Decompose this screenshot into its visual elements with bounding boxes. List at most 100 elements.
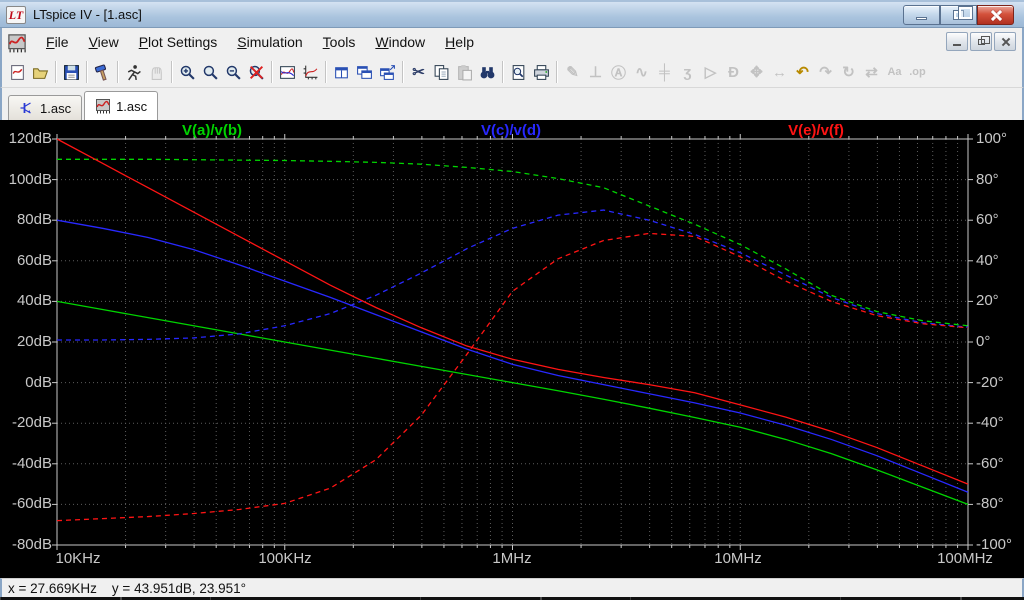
tab-label: 1.asc	[116, 99, 147, 114]
rotate-icon: ↻	[842, 63, 855, 81]
trace-label[interactable]: V(a)/v(b)	[152, 122, 272, 139]
paste-button	[453, 60, 476, 84]
binoculars-icon	[479, 64, 496, 81]
control-panel-button[interactable]	[91, 60, 114, 84]
restore-icon	[978, 39, 985, 45]
menu-item-help[interactable]: Help	[435, 30, 484, 54]
toolbar: ✂✎⊥Ⓐ∿╪ʒ▷Ð✥↔↶↷↻⇄Aa.op	[0, 57, 1024, 88]
arrange-windows-button[interactable]	[376, 60, 399, 84]
menu-item-tools[interactable]: Tools	[313, 30, 366, 54]
move-button: ✥	[745, 60, 768, 84]
undo-button[interactable]: ↶	[791, 60, 814, 84]
zoom-in-icon	[179, 64, 196, 81]
redo-button: ↷	[814, 60, 837, 84]
zoom-in-button[interactable]	[176, 60, 199, 84]
zoom-out-button[interactable]	[222, 60, 245, 84]
minimize-icon	[953, 44, 961, 46]
undo-icon: ↶	[796, 63, 809, 81]
minimize-button[interactable]	[903, 5, 940, 25]
find-button[interactable]	[476, 60, 499, 84]
zoom-area-button[interactable]	[199, 60, 222, 84]
tab-bar: 1.asc 1.asc	[0, 88, 1024, 120]
ground-icon: ⊥	[589, 63, 602, 81]
open-folder-icon	[32, 64, 49, 81]
toolbar-separator	[271, 61, 273, 83]
print-button[interactable]	[530, 60, 553, 84]
capacitor-icon: ╪	[659, 64, 670, 81]
save-icon	[63, 64, 80, 81]
open-button[interactable]	[29, 60, 52, 84]
menu-items: FileViewPlot SettingsSimulationToolsWind…	[36, 34, 484, 52]
waveform-tab-icon	[95, 98, 111, 114]
scissors-icon: ✂	[412, 63, 425, 81]
tab-2-1.asc[interactable]: 1.asc	[84, 91, 158, 120]
place-diode-button: ▷	[699, 60, 722, 84]
new-schematic-icon	[9, 64, 26, 81]
tab-1-1.asc[interactable]: 1.asc	[8, 95, 82, 120]
tile-horizontally-button[interactable]	[353, 60, 376, 84]
trace-label[interactable]: V(c)/v(d)	[451, 122, 571, 139]
net-label-icon: Ⓐ	[611, 62, 626, 83]
rotate-button: ↻	[837, 60, 860, 84]
child-close-button[interactable]	[994, 32, 1016, 51]
print-preview-button[interactable]	[507, 60, 530, 84]
toolbar-separator	[117, 61, 119, 83]
schematic-tab-icon	[19, 100, 35, 116]
place-ground-button: ⊥	[584, 60, 607, 84]
component-icon: Ð	[728, 64, 739, 81]
plot-canvas[interactable]	[0, 120, 1024, 578]
trace-label[interactable]: V(e)/v(f)	[756, 122, 876, 139]
hammer-icon	[94, 64, 111, 81]
pencil-icon: ✎	[566, 63, 579, 81]
resistor-icon: ∿	[635, 63, 648, 81]
waveform-pane[interactable]: 120dB100dB80dB60dB40dB20dB0dB-20dB-40dB-…	[0, 120, 1024, 578]
drag-button: ↔	[768, 60, 791, 84]
waveform-pane-button[interactable]	[276, 60, 299, 84]
trace-phase-V(e)/v(f)[interactable]	[57, 233, 968, 520]
place-label-button: Ⓐ	[607, 60, 630, 84]
menu-item-file[interactable]: File	[36, 30, 79, 54]
zoom-out-icon	[225, 64, 242, 81]
zoom-full-icon	[248, 64, 265, 81]
place-inductor-button: ʒ	[676, 60, 699, 84]
child-window-controls	[946, 32, 1016, 51]
close-button[interactable]	[977, 5, 1014, 25]
drag-hand-icon: ↔	[772, 64, 787, 81]
copy-icon	[433, 64, 450, 81]
zoom-full-extents-button[interactable]	[245, 60, 268, 84]
menu-bar: FileViewPlot SettingsSimulationToolsWind…	[0, 28, 1024, 57]
menu-item-simulation[interactable]: Simulation	[227, 30, 312, 54]
cascade-window-icon	[356, 64, 373, 81]
menu-item-window[interactable]: Window	[365, 30, 435, 54]
halt-hand-icon	[148, 64, 165, 81]
child-minimize-button[interactable]	[946, 32, 968, 51]
place-resistor-button: ∿	[630, 60, 653, 84]
minimize-icon	[916, 17, 927, 20]
tile-window-icon	[333, 64, 350, 81]
run-icon	[125, 64, 142, 81]
cursor-position-readout: x = 27.669KHz y = 43.951dB, 23.951°	[8, 581, 246, 596]
copy-button[interactable]	[430, 60, 453, 84]
waveform-window-icon[interactable]	[6, 33, 28, 53]
toolbar-separator	[55, 61, 57, 83]
arrange-window-icon	[379, 64, 396, 81]
place-component-button: Ð	[722, 60, 745, 84]
inductor-icon: ʒ	[684, 64, 692, 81]
save-button[interactable]	[60, 60, 83, 84]
run-button[interactable]	[122, 60, 145, 84]
cut-button[interactable]: ✂	[407, 60, 430, 84]
toolbar-separator	[502, 61, 504, 83]
toolbar-separator	[556, 61, 558, 83]
window-title: LTspice IV - [1.asc]	[33, 7, 142, 22]
paste-icon	[456, 64, 473, 81]
autorange-button[interactable]	[299, 60, 322, 84]
axes-icon	[302, 64, 319, 81]
mirror-icon: ⇄	[865, 63, 878, 81]
window-controls	[903, 5, 1014, 25]
tile-vertically-button[interactable]	[330, 60, 353, 84]
child-restore-button[interactable]	[970, 32, 992, 51]
maximize-button[interactable]	[940, 5, 977, 25]
menu-item-plot-settings[interactable]: Plot Settings	[129, 30, 228, 54]
new-schematic-button[interactable]	[6, 60, 29, 84]
menu-item-view[interactable]: View	[79, 30, 129, 54]
